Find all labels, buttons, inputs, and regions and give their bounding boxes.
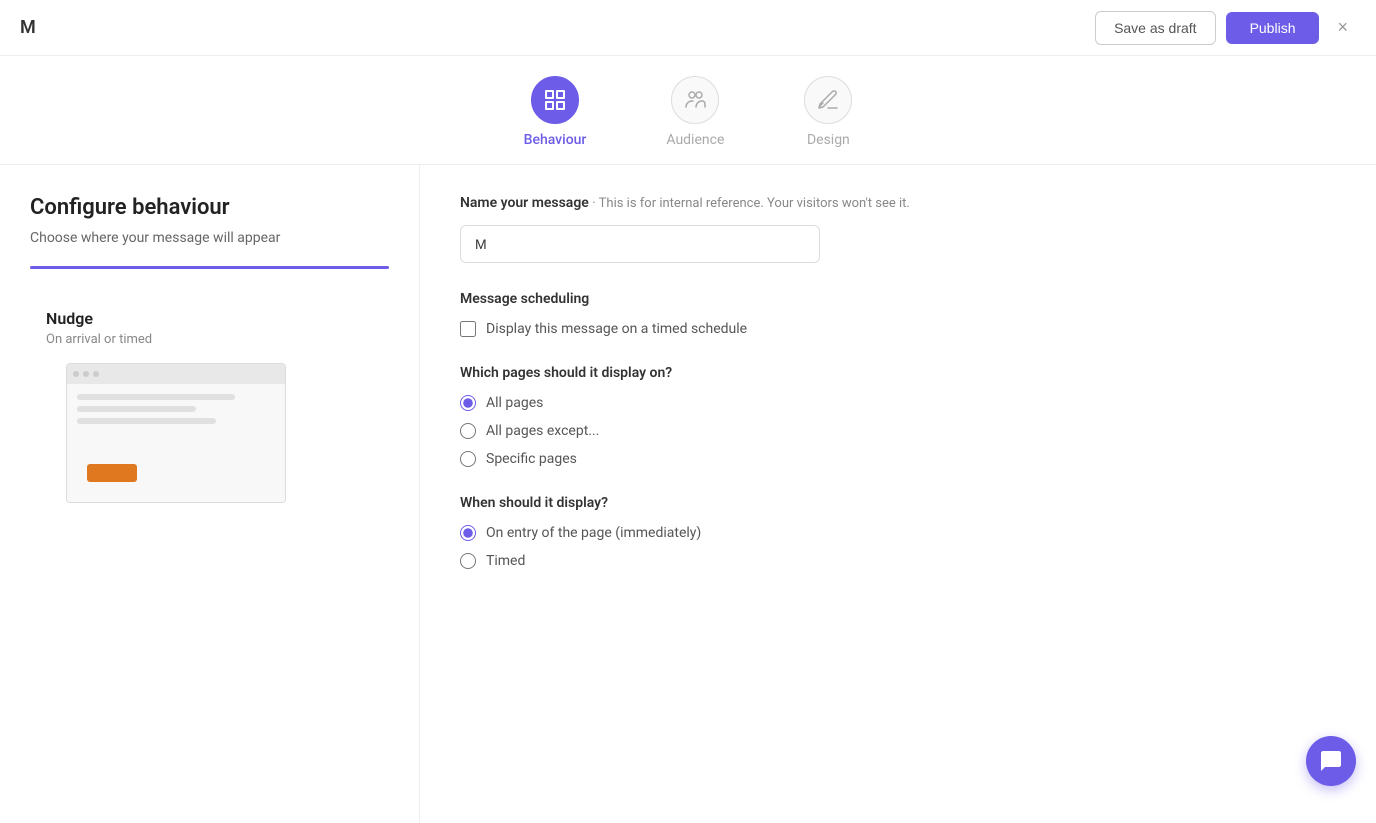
pages-radio-all-input[interactable] bbox=[460, 395, 476, 411]
nudge-title: Nudge bbox=[46, 309, 373, 328]
chat-bubble[interactable] bbox=[1306, 736, 1356, 786]
when-radio-immediate-input[interactable] bbox=[460, 525, 476, 541]
header: M Save as draft Publish × bbox=[0, 0, 1376, 56]
save-draft-button[interactable]: Save as draft bbox=[1095, 11, 1216, 45]
design-label: Design bbox=[807, 132, 850, 148]
scheduling-checkbox-label[interactable]: Display this message on a timed schedule bbox=[486, 321, 747, 337]
when-radio-timed-label[interactable]: Timed bbox=[486, 553, 525, 569]
panel-subtitle: Choose where your message will appear bbox=[30, 230, 389, 246]
when-radio-immediate: On entry of the page (immediately) bbox=[460, 525, 1336, 541]
chat-icon bbox=[1319, 749, 1343, 773]
when-section: When should it display? On entry of the … bbox=[460, 495, 1336, 569]
scheduling-checkbox[interactable] bbox=[460, 321, 476, 337]
nudge-dot-1 bbox=[73, 371, 79, 377]
when-radio-timed: Timed bbox=[460, 553, 1336, 569]
nudge-line-1 bbox=[77, 394, 235, 400]
name-label-main: Name your message bbox=[460, 195, 589, 211]
pages-radio-all: All pages bbox=[460, 395, 1336, 411]
nudge-dot-3 bbox=[93, 371, 99, 377]
scheduling-title: Message scheduling bbox=[460, 291, 1336, 307]
nudge-card: Nudge On arrival or timed bbox=[30, 293, 389, 519]
step-design[interactable]: Design bbox=[804, 76, 852, 148]
nudge-subtitle: On arrival or timed bbox=[46, 332, 373, 347]
behaviour-icon-wrap bbox=[531, 76, 579, 124]
design-icon bbox=[816, 88, 840, 112]
when-radio-immediate-label[interactable]: On entry of the page (immediately) bbox=[486, 525, 701, 541]
when-radio-timed-input[interactable] bbox=[460, 553, 476, 569]
pages-section: Which pages should it display on? All pa… bbox=[460, 365, 1336, 467]
app-logo: M bbox=[20, 17, 36, 38]
right-panel: Name your message · This is for internal… bbox=[420, 165, 1376, 823]
publish-button[interactable]: Publish bbox=[1226, 12, 1320, 44]
scheduling-checkbox-row: Display this message on a timed schedule bbox=[460, 321, 1336, 337]
nudge-dot-2 bbox=[83, 371, 89, 377]
behaviour-label: Behaviour bbox=[524, 132, 587, 148]
message-name-input[interactable] bbox=[460, 225, 820, 263]
design-icon-wrap bbox=[804, 76, 852, 124]
panel-title: Configure behaviour bbox=[30, 195, 389, 220]
nudge-line-3 bbox=[77, 418, 216, 424]
nudge-line-2 bbox=[77, 406, 196, 412]
when-title: When should it display? bbox=[460, 495, 1336, 511]
progress-bar bbox=[30, 266, 389, 269]
name-label: Name your message · This is for internal… bbox=[460, 195, 1336, 211]
audience-icon bbox=[683, 88, 707, 112]
nudge-content-area bbox=[67, 384, 285, 440]
audience-label: Audience bbox=[666, 132, 724, 148]
nudge-preview-bar bbox=[67, 364, 285, 384]
close-button[interactable]: × bbox=[1329, 13, 1356, 42]
name-label-sub: · This is for internal reference. Your v… bbox=[592, 196, 910, 211]
pages-radio-all-label[interactable]: All pages bbox=[486, 395, 543, 411]
nudge-preview bbox=[66, 363, 286, 503]
header-actions: Save as draft Publish × bbox=[1095, 11, 1356, 45]
pages-radio-specific-input[interactable] bbox=[460, 451, 476, 467]
pages-title: Which pages should it display on? bbox=[460, 365, 1336, 381]
main-content: Configure behaviour Choose where your me… bbox=[0, 165, 1376, 823]
step-audience[interactable]: Audience bbox=[666, 76, 724, 148]
step-behaviour[interactable]: Behaviour bbox=[524, 76, 587, 148]
audience-icon-wrap bbox=[671, 76, 719, 124]
scheduling-section: Message scheduling Display this message … bbox=[460, 291, 1336, 337]
pages-radio-specific: Specific pages bbox=[460, 451, 1336, 467]
pages-radio-except-input[interactable] bbox=[460, 423, 476, 439]
pages-radio-except-label[interactable]: All pages except... bbox=[486, 423, 599, 439]
behaviour-icon bbox=[543, 88, 567, 112]
left-panel: Configure behaviour Choose where your me… bbox=[0, 165, 420, 823]
pages-radio-specific-label[interactable]: Specific pages bbox=[486, 451, 577, 467]
steps-nav: Behaviour Audience Design bbox=[0, 56, 1376, 165]
pages-radio-except: All pages except... bbox=[460, 423, 1336, 439]
nudge-badge bbox=[87, 464, 137, 482]
name-section: Name your message · This is for internal… bbox=[460, 195, 1336, 263]
